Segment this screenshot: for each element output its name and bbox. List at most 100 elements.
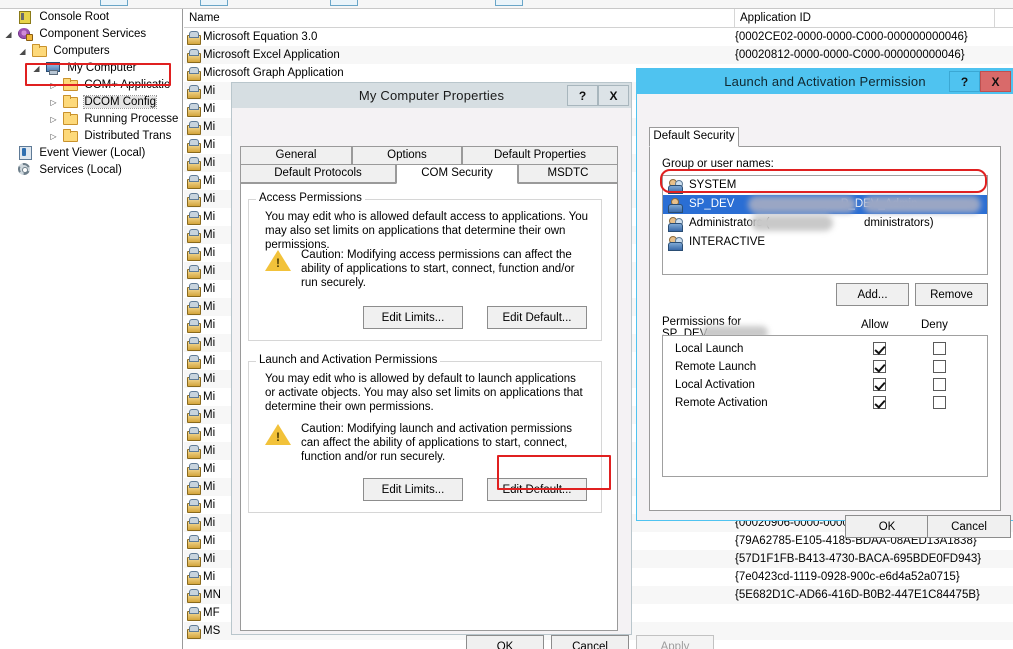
dcom-application-icon <box>186 192 201 207</box>
dcom-application-icon <box>186 30 201 45</box>
tree-item-distributed-transaction[interactable]: ▷ Distributed Trans <box>0 128 182 145</box>
tree-twisty-expanded-icon[interactable]: ◢ <box>3 26 14 43</box>
group-or-user-names-label: Group or user names: <box>662 158 774 170</box>
tab-options[interactable]: Options <box>352 146 462 165</box>
dcom-application-icon <box>186 534 201 549</box>
permission-cancel-button[interactable]: Cancel <box>927 515 1011 538</box>
user-icon <box>668 198 683 213</box>
allow-checkbox[interactable] <box>873 378 886 391</box>
table-row[interactable]: Microsoft Excel Application {00020812-000… <box>184 46 1013 64</box>
deny-checkbox[interactable] <box>933 342 946 355</box>
tree-item-dcom-config[interactable]: ▷ DCOM Config <box>0 94 182 111</box>
deny-checkbox[interactable] <box>933 360 946 373</box>
table-cell-name: Mi <box>203 247 216 259</box>
dcom-application-icon <box>186 84 201 99</box>
table-cell-application-id: {00020812-0000-0000-C000-000000000046} <box>735 49 965 61</box>
tree-twisty-collapsed-icon[interactable]: ▷ <box>48 77 59 94</box>
allow-checkbox[interactable] <box>873 342 886 355</box>
permission-row: Remote Activation <box>663 394 987 412</box>
allow-checkbox[interactable] <box>873 396 886 409</box>
permission-titlebar[interactable]: Launch and Activation Permission ? X <box>637 69 1013 94</box>
toolbar-chip-2[interactable] <box>200 0 228 6</box>
table-cell-name: MF <box>203 607 220 619</box>
tree-item-computers[interactable]: ◢ Computers <box>0 43 182 60</box>
allow-column-header: Allow <box>861 319 889 331</box>
access-permissions-description: You may edit who is allowed default acce… <box>265 211 589 251</box>
tab-msdtc[interactable]: MSDTC <box>518 164 618 183</box>
tab-default-properties[interactable]: Default Properties <box>462 146 618 165</box>
deny-checkbox[interactable] <box>933 396 946 409</box>
dcom-application-icon <box>186 498 201 513</box>
toolbar-chip-4[interactable] <box>495 0 523 6</box>
tab-general[interactable]: General <box>240 146 352 165</box>
allow-checkbox[interactable] <box>873 360 886 373</box>
remove-button[interactable]: Remove <box>915 283 988 306</box>
table-cell-name: Mi <box>203 229 216 241</box>
tree-twisty-collapsed-icon[interactable]: ▷ <box>48 128 59 145</box>
launch-edit-limits-button[interactable]: Edit Limits... <box>363 478 463 501</box>
add-button[interactable]: Add... <box>836 283 909 306</box>
tree-item-com-applications[interactable]: ▷ COM+ Applicatio <box>0 77 182 94</box>
tree-twisty-collapsed-icon[interactable]: ▷ <box>48 94 59 111</box>
properties-cancel-button[interactable]: Cancel <box>551 635 629 649</box>
properties-ok-button[interactable]: OK <box>466 635 544 649</box>
help-button[interactable]: ? <box>949 71 980 92</box>
toolbar-chip-1[interactable] <box>100 0 128 6</box>
dcom-application-icon <box>186 462 201 477</box>
launch-edit-default-button[interactable]: Edit Default... <box>487 478 587 501</box>
dcom-application-icon <box>186 318 201 333</box>
folder-icon <box>31 43 48 57</box>
tree-item-component-services[interactable]: ◢ Component Services <box>0 26 182 43</box>
table-cell-name: Mi <box>203 175 216 187</box>
permission-row: Local Launch <box>663 340 987 358</box>
permission-ok-button[interactable]: OK <box>845 515 929 538</box>
app-root: Console Root ◢ Component Services ◢ Comp… <box>0 0 1013 649</box>
access-edit-limits-button[interactable]: Edit Limits... <box>363 306 463 329</box>
deny-checkbox[interactable] <box>933 378 946 391</box>
tab-com-security[interactable]: COM Security <box>396 164 518 184</box>
column-header-name[interactable]: Name <box>184 9 735 27</box>
tab-default-protocols[interactable]: Default Protocols <box>240 164 396 183</box>
list-item[interactable]: INTERACTIVE <box>663 233 987 252</box>
tree-twisty-collapsed-icon[interactable]: ▷ <box>48 111 59 128</box>
toolbar-chip-3[interactable] <box>330 0 358 6</box>
tree-item-label: DCOM Config <box>83 95 157 109</box>
table-row[interactable]: Microsoft Equation 3.0 {0002CE02-0000-000… <box>184 28 1013 46</box>
list-item[interactable]: SYSTEM <box>663 176 987 195</box>
permission-name: Local Activation <box>675 379 755 391</box>
group-user-names-listbox[interactable]: SYSTEM SP_DEV P_DEV_Admin Administrators… <box>662 175 988 275</box>
access-permissions-title: Access Permissions <box>256 192 365 204</box>
table-cell-name: Mi <box>203 337 216 349</box>
access-edit-default-button[interactable]: Edit Default... <box>487 306 587 329</box>
dcom-application-icon <box>186 120 201 135</box>
tree-twisty-expanded-icon[interactable]: ◢ <box>17 43 28 60</box>
tree-item-running-processes[interactable]: ▷ Running Processe <box>0 111 182 128</box>
dcom-application-icon <box>186 138 201 153</box>
permission-title: Launch and Activation Permission <box>724 74 926 89</box>
tree-item-console-root[interactable]: Console Root <box>0 9 182 26</box>
tree-item-my-computer[interactable]: ◢ My Computer <box>0 60 182 77</box>
properties-titlebar[interactable]: My Computer Properties ? X <box>232 83 631 108</box>
tree-item-services[interactable]: Services (Local) <box>0 162 182 179</box>
tab-default-security[interactable]: Default Security <box>649 127 739 147</box>
table-cell-name: Mi <box>203 391 216 403</box>
close-button[interactable]: X <box>598 85 629 106</box>
dcom-application-icon <box>186 624 201 639</box>
dcom-application-icon <box>186 606 201 621</box>
table-cell-name: Mi <box>203 157 216 169</box>
table-cell-application-id: {57D1F1FB-B413-4730-BACA-695BDE0FD943} <box>735 553 982 565</box>
column-header-application-id[interactable]: Application ID <box>735 9 995 27</box>
folder-icon <box>62 94 79 108</box>
tree-twisty-expanded-icon[interactable]: ◢ <box>31 60 42 77</box>
dcom-application-icon <box>186 264 201 279</box>
table-cell-name: Microsoft Equation 3.0 <box>203 31 318 43</box>
dcom-application-icon <box>186 48 201 63</box>
table-cell-application-id: {7e0423cd-1119-0928-900c-e6d4a52a0715} <box>735 571 960 583</box>
help-button[interactable]: ? <box>567 85 598 106</box>
permission-name: Local Launch <box>675 343 744 355</box>
column-header-extra[interactable] <box>995 9 1013 27</box>
close-button[interactable]: X <box>980 71 1011 92</box>
tree-item-label: Event Viewer (Local) <box>39 147 146 159</box>
tree-item-event-viewer[interactable]: Event Viewer (Local) <box>0 145 182 162</box>
warning-icon <box>265 422 291 446</box>
